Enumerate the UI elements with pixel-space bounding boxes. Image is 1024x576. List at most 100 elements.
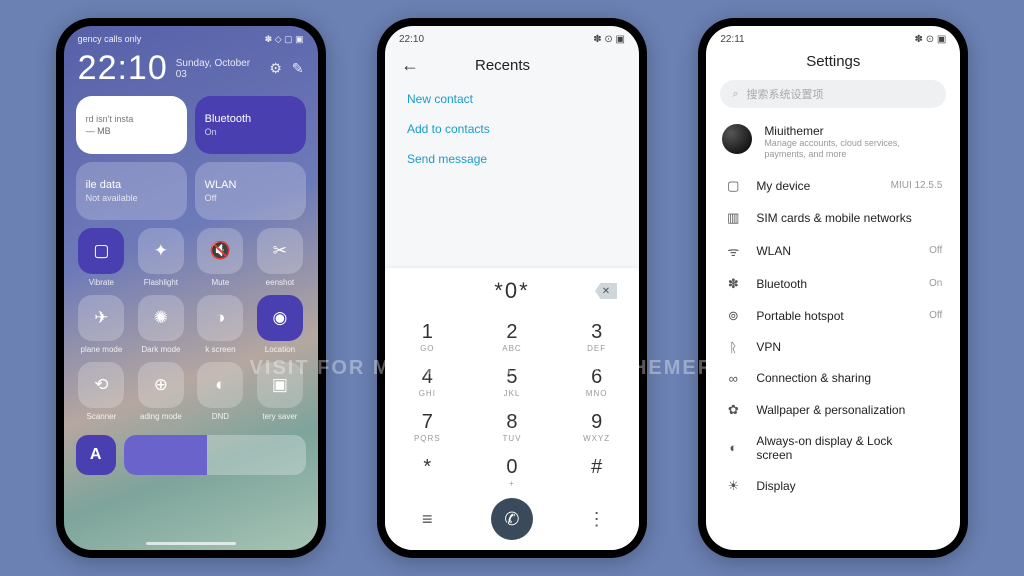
menu-icon[interactable]: ≡	[422, 509, 433, 530]
key-8[interactable]: 8TUV	[470, 404, 555, 449]
toggle-flashlight[interactable]: ✦Flashlight	[135, 228, 187, 287]
carrier-text: gency calls only	[78, 34, 142, 45]
home-indicator[interactable]	[146, 542, 236, 545]
key-5[interactable]: 5JKL	[470, 359, 555, 404]
row-label: WLAN	[756, 244, 915, 258]
key-*[interactable]: *	[385, 449, 470, 494]
quick-settings-actions: ⚙ ✎	[269, 60, 303, 77]
status-time: 22:10	[399, 34, 424, 45]
row-label: Connection & sharing	[756, 371, 928, 385]
key-6[interactable]: 6MNO	[554, 359, 639, 404]
settings-row-vpn[interactable]: ᚱ VPN	[708, 332, 958, 363]
key-1[interactable]: 1GO	[385, 314, 470, 359]
brightness-track[interactable]	[124, 435, 306, 475]
phone-settings: 22:11 ✽ ⊙ ▣ Settings ⌕ 搜索系统设置项 Miuitheme…	[698, 18, 968, 558]
search-icon: ⌕	[732, 88, 738, 101]
row-icon: ✽	[724, 276, 742, 292]
settings-row-my-device[interactable]: ▢My deviceMIUI 12.5.5	[708, 170, 958, 202]
gear-icon[interactable]: ⚙	[269, 60, 282, 77]
search-input[interactable]: ⌕ 搜索系统设置项	[720, 80, 946, 108]
key-2[interactable]: 2ABC	[470, 314, 555, 359]
row-icon: ᚱ	[724, 340, 742, 355]
backspace-icon[interactable]: ✕	[595, 283, 617, 299]
action-new-contact[interactable]: New contact	[407, 84, 617, 114]
toggle-label: Mute	[212, 278, 230, 287]
status-bar: 22:11 ✽ ⊙ ▣	[706, 26, 960, 49]
toggle-label: DND	[212, 412, 229, 421]
settings-row-sim-cards-mobile-networks[interactable]: ▥SIM cards & mobile networks	[708, 202, 958, 234]
settings-row-display[interactable]: ☀ Display	[708, 470, 958, 502]
key-#[interactable]: #	[554, 449, 639, 494]
tile-bluetooth[interactable]: Bluetooth On	[195, 96, 306, 154]
row-label: Portable hotspot	[756, 309, 915, 323]
toggle-tery-saver[interactable]: ▣tery saver	[254, 362, 306, 421]
key-4[interactable]: 4GHI	[385, 359, 470, 404]
page-title: Recents	[475, 57, 530, 74]
toggle-icon: ◉	[257, 295, 303, 341]
toggle-icon: ✈	[78, 295, 124, 341]
toggle-icon: ◑	[197, 295, 243, 341]
toggle-label: Flashlight	[144, 278, 178, 287]
toggle-scanner[interactable]: ⟲Scanner	[76, 362, 128, 421]
toggle-label: tery saver	[262, 412, 297, 421]
clock-row: 22:10 Sunday, October 03 ⚙ ✎	[64, 47, 318, 96]
settings-row-connection-sharing[interactable]: ∞ Connection & sharing	[708, 363, 958, 394]
account-row[interactable]: Miuithemer Manage accounts, cloud servic…	[706, 118, 960, 170]
key-3[interactable]: 3DEF	[554, 314, 639, 359]
row-label: Wallpaper & personalization	[756, 403, 928, 417]
row-icon: ✿	[724, 402, 742, 418]
row-label: Display	[756, 479, 928, 493]
account-sub: Manage accounts, cloud services, payment…	[764, 138, 934, 160]
toggle-label: plane mode	[81, 345, 123, 354]
status-icons: ✽ ⊙ ▣	[593, 34, 625, 45]
row-icon: ᯤ	[724, 242, 742, 260]
call-button[interactable]: ✆	[491, 498, 533, 540]
account-name: Miuithemer	[764, 124, 934, 138]
row-icon: ☀	[724, 478, 742, 494]
toggle-dnd[interactable]: ◐DND	[195, 362, 247, 421]
settings-row-portable-hotspot[interactable]: ⊚ Portable hotspot Off	[708, 300, 958, 332]
key-0[interactable]: 0+	[470, 449, 555, 494]
tile-mobile-data[interactable]: ile data Not available	[76, 162, 187, 220]
toggle-mute[interactable]: 🔇Mute	[195, 228, 247, 287]
toggle-dark-mode[interactable]: ✺Dark mode	[135, 295, 187, 354]
toggle-vibrate[interactable]: ▢ Vibrate	[76, 228, 128, 287]
settings-row-wallpaper-personalization[interactable]: ✿ Wallpaper & personalization	[708, 394, 958, 426]
tile-wlan[interactable]: WLAN Off	[195, 162, 306, 220]
toggle-label: ading mode	[140, 412, 182, 421]
status-time: 22:11	[720, 34, 744, 45]
tile-data-usage[interactable]: rd isn't insta — MB	[76, 96, 187, 154]
row-label: VPN	[756, 340, 928, 354]
toggle-eenshot[interactable]: ✂eenshot	[254, 228, 306, 287]
phone-dialer: 22:10 ✽ ⊙ ▣ ← Recents New contact Add to…	[377, 18, 647, 558]
dialer-header: ← Recents	[385, 49, 639, 84]
toggle-icon: ▢	[78, 228, 124, 274]
action-send-message[interactable]: Send message	[407, 144, 617, 174]
toggle-label: Vibrate	[89, 278, 114, 287]
settings-row-always-on-display-lock-screen[interactable]: ◐Always-on display & Lock screen	[708, 426, 958, 470]
settings-row-wlan[interactable]: ᯤWLANOff	[708, 234, 958, 268]
row-icon: ∞	[724, 371, 742, 386]
toggle-plane-mode[interactable]: ✈ plane mode	[76, 295, 128, 354]
row-icon: ⊚	[724, 308, 742, 324]
clock: 22:10	[78, 49, 168, 88]
key-9[interactable]: 9WXYZ	[554, 404, 639, 449]
row-icon: ◐	[724, 440, 742, 455]
toggle-k-screen[interactable]: ◑ k screen	[195, 295, 247, 354]
edit-icon[interactable]: ✎	[292, 60, 304, 77]
row-label: My device	[756, 179, 876, 193]
toggle-location[interactable]: ◉Location	[254, 295, 306, 354]
auto-brightness-toggle[interactable]: A	[76, 435, 116, 475]
key-7[interactable]: 7PQRS	[385, 404, 470, 449]
settings-row-bluetooth[interactable]: ✽BluetoothOn	[708, 268, 958, 300]
row-label: Bluetooth	[756, 277, 915, 291]
brightness-slider[interactable]: A	[64, 427, 318, 475]
toggle-label: k screen	[205, 345, 235, 354]
toggle-icon: ✺	[138, 295, 184, 341]
row-icon: ▥	[724, 210, 742, 226]
toggle-ading-mode[interactable]: ⊕ading mode	[135, 362, 187, 421]
action-add-to-contacts[interactable]: Add to contacts	[407, 114, 617, 144]
row-value: Off	[929, 310, 942, 321]
back-icon[interactable]: ←	[401, 55, 419, 76]
more-icon[interactable]: ⋮	[588, 509, 606, 530]
